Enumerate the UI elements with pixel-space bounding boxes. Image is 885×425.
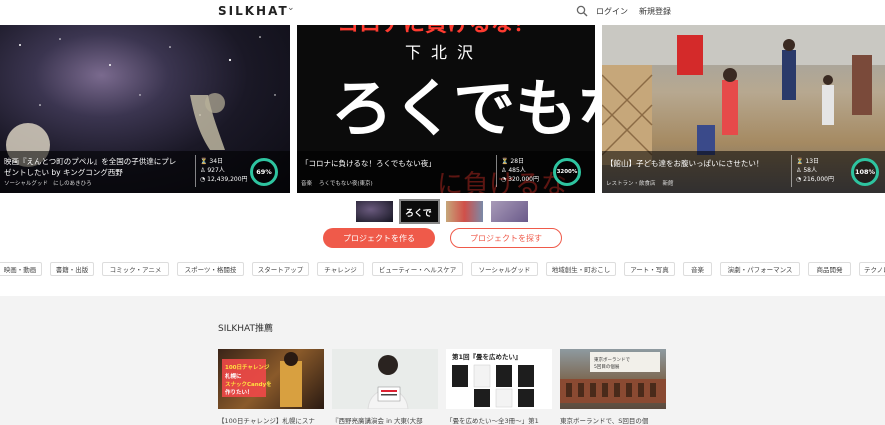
search-icon[interactable] — [576, 5, 588, 17]
recommend-thumbnail[interactable]: 100日チャレンジ 札幌に スナックCandyを 作りたい！ — [218, 349, 324, 409]
explore-projects-button[interactable]: プロジェクトを探す — [450, 228, 562, 248]
svg-text:ろくで: ろくで — [405, 208, 432, 219]
category-chip[interactable]: アート・写真 — [624, 262, 675, 276]
svg-text:ろくでもない夜: ろくでもない夜 — [331, 72, 595, 145]
progress-ring: 69% — [250, 158, 278, 186]
carousel-thumbnail[interactable] — [446, 201, 483, 222]
category-chip[interactable]: 商品開発 — [808, 262, 851, 276]
category-chip[interactable]: スタートアップ — [252, 262, 309, 276]
hourglass-icon: ⏳ — [796, 158, 804, 165]
hero-card[interactable]: コロナに負けるな！ 下北沢 ろくでもない夜 に負けるな 「コロナに負けるな！ろく… — [297, 25, 595, 193]
svg-text:作りたい！: 作りたい！ — [225, 388, 253, 396]
svg-text:東京ボーランドで: 東京ボーランドで — [594, 356, 630, 363]
hero-card-meta: 音楽 ろくでもない夜(東京) — [301, 181, 373, 187]
money-bag-icon: ◔ — [796, 176, 802, 183]
progress-ring: 3200% — [553, 158, 581, 186]
recommend-section: SILKHAT推薦 100日チャレンジ 札幌に スナックCandyを 作りたい！… — [0, 296, 885, 425]
category-chip[interactable]: テクノロ — [859, 262, 885, 276]
person-icon: ♙ — [200, 167, 206, 174]
person-icon: ♙ — [796, 167, 802, 174]
hero-card-title: 映画『えんとつ町のプペル』を全国の子供達にプレ ゼントしたい by キングコング… — [4, 157, 177, 177]
category-chip[interactable]: 書籍・出版 — [50, 262, 94, 276]
hourglass-icon: ⏳ — [501, 158, 509, 165]
progress-ring: 108% — [851, 158, 879, 186]
site-logo[interactable]: SILKHAT — [218, 4, 289, 18]
hero-card-meta: レストラン・飲食店 新館 — [606, 181, 674, 187]
section-title: SILKHAT推薦 — [218, 324, 274, 334]
carousel-thumbnail-active[interactable]: ろくで — [399, 199, 440, 224]
money-bag-icon: ◔ — [501, 176, 507, 183]
svg-text:スナックCandyを: スナックCandyを — [225, 380, 272, 388]
hero-card-meta: ソーシャルグッド にしのあきひろ — [4, 181, 92, 187]
recommend-title[interactable]: 東京ボーランドで、S回目の個 — [560, 415, 666, 425]
hero-card[interactable]: 【館山】子ども達をお腹いっぱいにさせたい！ レストラン・飲食店 新館 ⏳ 13日… — [602, 25, 885, 193]
category-chip[interactable]: 映画・動画 — [0, 262, 42, 276]
recommend-title[interactable]: 【100日チャレンジ】札幌にスナ — [218, 415, 324, 425]
category-chip[interactable]: スポーツ・格闘技 — [177, 262, 244, 276]
category-chip[interactable]: 音楽 — [683, 262, 712, 276]
hero-card[interactable]: 映画『えんとつ町のプペル』を全国の子供達にプレ ゼントしたい by キングコング… — [0, 25, 290, 193]
svg-text:札幌に: 札幌に — [224, 372, 242, 380]
recommend-title[interactable]: 「畳を広めたい～全3冊～」第1 — [446, 415, 552, 425]
svg-text:下北沢: 下北沢 — [405, 43, 483, 62]
hero-card-title: 【館山】子ども達をお腹いっぱいにさせたい！ — [606, 159, 764, 168]
carousel-thumbnail[interactable] — [491, 201, 528, 222]
money-bag-icon: ◔ — [200, 176, 206, 183]
logo-dropdown-caret-icon[interactable]: ⌄ — [287, 3, 295, 13]
signup-link[interactable]: 新規登録 — [639, 6, 671, 17]
category-chip[interactable]: 演劇・パフォーマンス — [720, 262, 800, 276]
login-link[interactable]: ログイン — [596, 6, 628, 17]
carousel-thumbnail[interactable] — [356, 201, 393, 222]
divider — [195, 155, 196, 187]
recommend-title[interactable]: 『西野亮廣講演会 in 大東(大部 — [332, 415, 438, 425]
hourglass-icon: ⏳ — [200, 158, 208, 165]
category-chip[interactable]: ビューティー・ヘルスケア — [372, 262, 463, 276]
recommend-thumbnail[interactable]: 第1回『畳を広めたい』 — [446, 349, 552, 409]
category-chip[interactable]: ソーシャルグッド — [471, 262, 538, 276]
hero-card-stats: ⏳ 34日 ♙ 927人 ◔ 12,439,200円 — [200, 158, 248, 183]
create-project-button[interactable]: プロジェクトを作る — [323, 228, 435, 248]
category-chip[interactable]: チャレンジ — [317, 262, 364, 276]
category-chip[interactable]: コミック・アニメ — [102, 262, 169, 276]
top-header: SILKHAT ⌄ ログイン 新規登録 — [0, 0, 885, 25]
svg-text:5回目の個展: 5回目の個展 — [594, 363, 620, 370]
svg-text:100日チャレンジ: 100日チャレンジ — [225, 364, 270, 371]
category-bar: 映画・動画 書籍・出版 コミック・アニメ スポーツ・格闘技 スタートアップ チャ… — [0, 262, 885, 278]
divider — [496, 155, 497, 187]
hero-card-stats: ⏳ 13日 ♙ 58人 ◔ 216,000円 — [796, 158, 834, 183]
category-chip[interactable]: 地域創生・町おこし — [546, 262, 616, 276]
svg-text:第1回『畳を広めたい』: 第1回『畳を広めたい』 — [452, 352, 522, 361]
person-icon: ♙ — [501, 167, 507, 174]
hero-carousel: 映画『えんとつ町のプペル』を全国の子供達にプレ ゼントしたい by キングコング… — [0, 25, 885, 193]
svg-text:コロナに負けるな！: コロナに負けるな！ — [337, 25, 535, 37]
hero-card-stats: ⏳ 28日 ♙ 485人 ◔ 320,000円 — [501, 158, 539, 183]
recommend-thumbnail[interactable] — [332, 349, 438, 409]
divider — [791, 155, 792, 187]
recommend-thumbnail[interactable]: 東京ボーランドで 5回目の個展 — [560, 349, 666, 409]
hero-card-title: 「コロナに負けるな！ろくでもない夜」 — [301, 159, 436, 168]
